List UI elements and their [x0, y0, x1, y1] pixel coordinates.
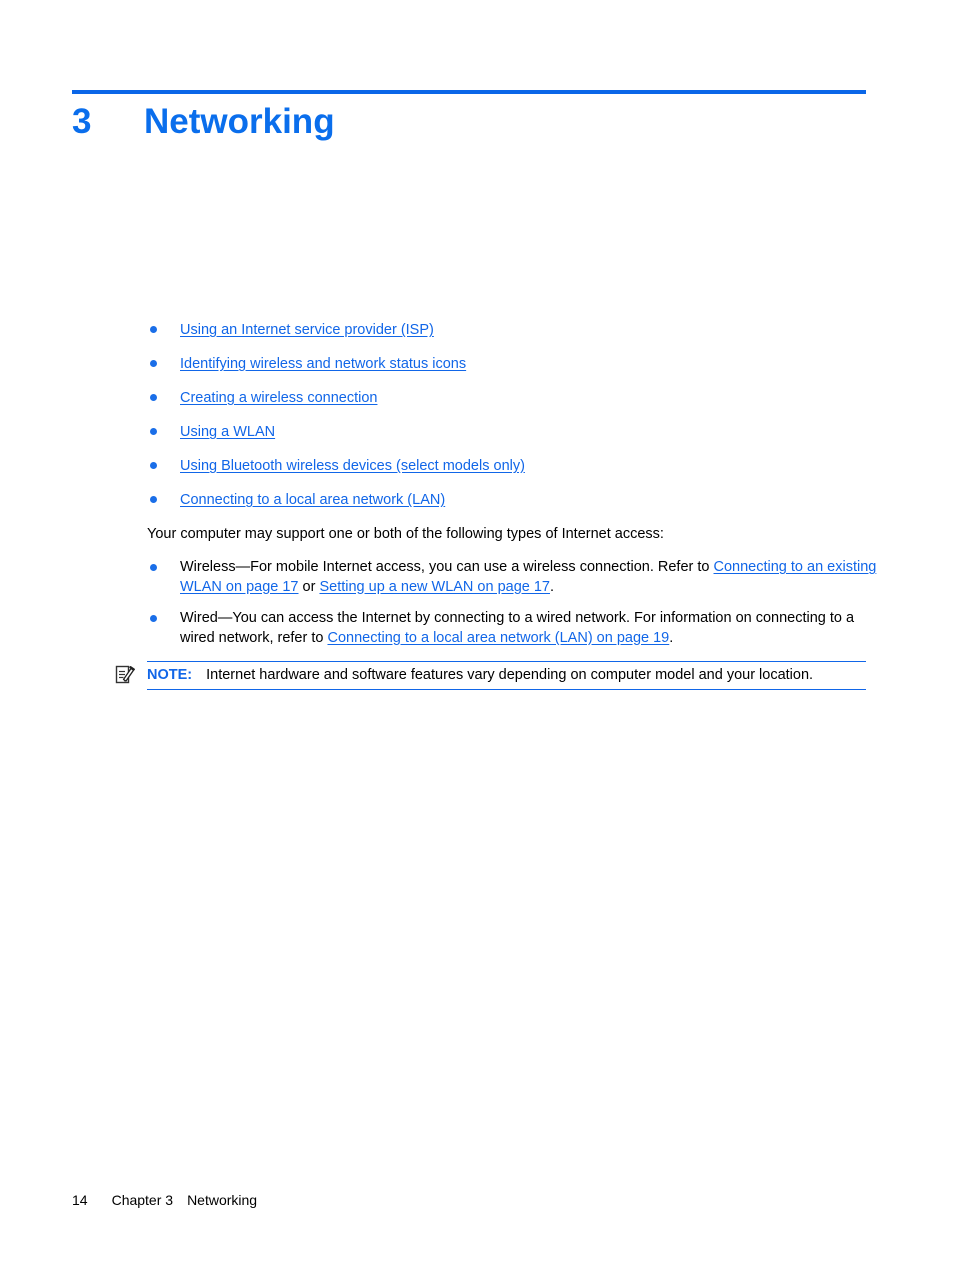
list-item[interactable]: Connecting to a local area network (LAN) [147, 490, 867, 524]
chapter-title-text: Networking [144, 102, 335, 141]
chapter-heading-rule [72, 90, 866, 94]
page-title: 3 Networking [72, 102, 872, 156]
bullet-icon [150, 564, 157, 571]
bullet-icon [150, 394, 157, 401]
footer-chapter-label: Chapter 3 [111, 1192, 174, 1208]
list-item[interactable]: Using an Internet service provider (ISP) [147, 320, 867, 354]
intro-paragraph: Your computer may support one or both of… [147, 526, 664, 542]
note-label: NOTE: [147, 667, 193, 683]
page-canvas: 3 Networking Using an Internet service pr… [0, 0, 954, 1270]
toc-link-using-wlan[interactable]: Using a WLAN [180, 424, 275, 440]
note-pencil-icon [115, 664, 135, 685]
wireless-text-after: . [550, 578, 555, 595]
bullet-icon [150, 615, 157, 622]
list-item[interactable]: Using Bluetooth wireless devices (select… [147, 456, 867, 490]
toc-link-lan[interactable]: Connecting to a local area network (LAN) [180, 492, 445, 508]
bullet-icon [150, 462, 157, 469]
chapter-number: 3 [72, 102, 92, 141]
wireless-text-middle: or [298, 578, 320, 595]
list-item: Wired—You can access the Internet by con… [147, 609, 877, 648]
toc-link-isp[interactable]: Using an Internet service provider (ISP) [180, 322, 434, 338]
page-footer: 14 Chapter 3 Networking [72, 1192, 257, 1208]
toc-link-wireless-connection[interactable]: Creating a wireless connection [180, 390, 377, 406]
chapter-contents-list: Using an Internet service provider (ISP)… [147, 320, 867, 524]
wireless-text-before: Wireless—For mobile Internet access, you… [180, 559, 714, 575]
toc-link-status-icons[interactable]: Identifying wireless and network status … [180, 356, 466, 372]
footer-chapter-name: Networking [187, 1192, 258, 1208]
bullet-icon [150, 360, 157, 367]
note-text: Internet hardware and software features … [206, 667, 814, 683]
footer-page-number: 14 [72, 1192, 88, 1208]
wired-text-after: . [669, 629, 674, 646]
note-callout: NOTE: Internet hardware and software feat… [115, 661, 866, 690]
list-item: Wireless—For mobile Internet access, you… [147, 558, 877, 597]
list-item[interactable]: Using a WLAN [147, 422, 867, 456]
bullet-icon [150, 496, 157, 503]
toc-link-bluetooth[interactable]: Using Bluetooth wireless devices (select… [180, 458, 525, 474]
bullet-icon [150, 326, 157, 333]
list-item[interactable]: Identifying wireless and network status … [147, 354, 867, 388]
internet-access-types-list: Wireless—For mobile Internet access, you… [147, 558, 877, 660]
link-setting-up-new-wlan[interactable]: Setting up a new WLAN on page 17 [319, 579, 550, 595]
link-connecting-lan[interactable]: Connecting to a local area network (LAN)… [327, 630, 669, 646]
bullet-icon [150, 428, 157, 435]
list-item[interactable]: Creating a wireless connection [147, 388, 867, 422]
